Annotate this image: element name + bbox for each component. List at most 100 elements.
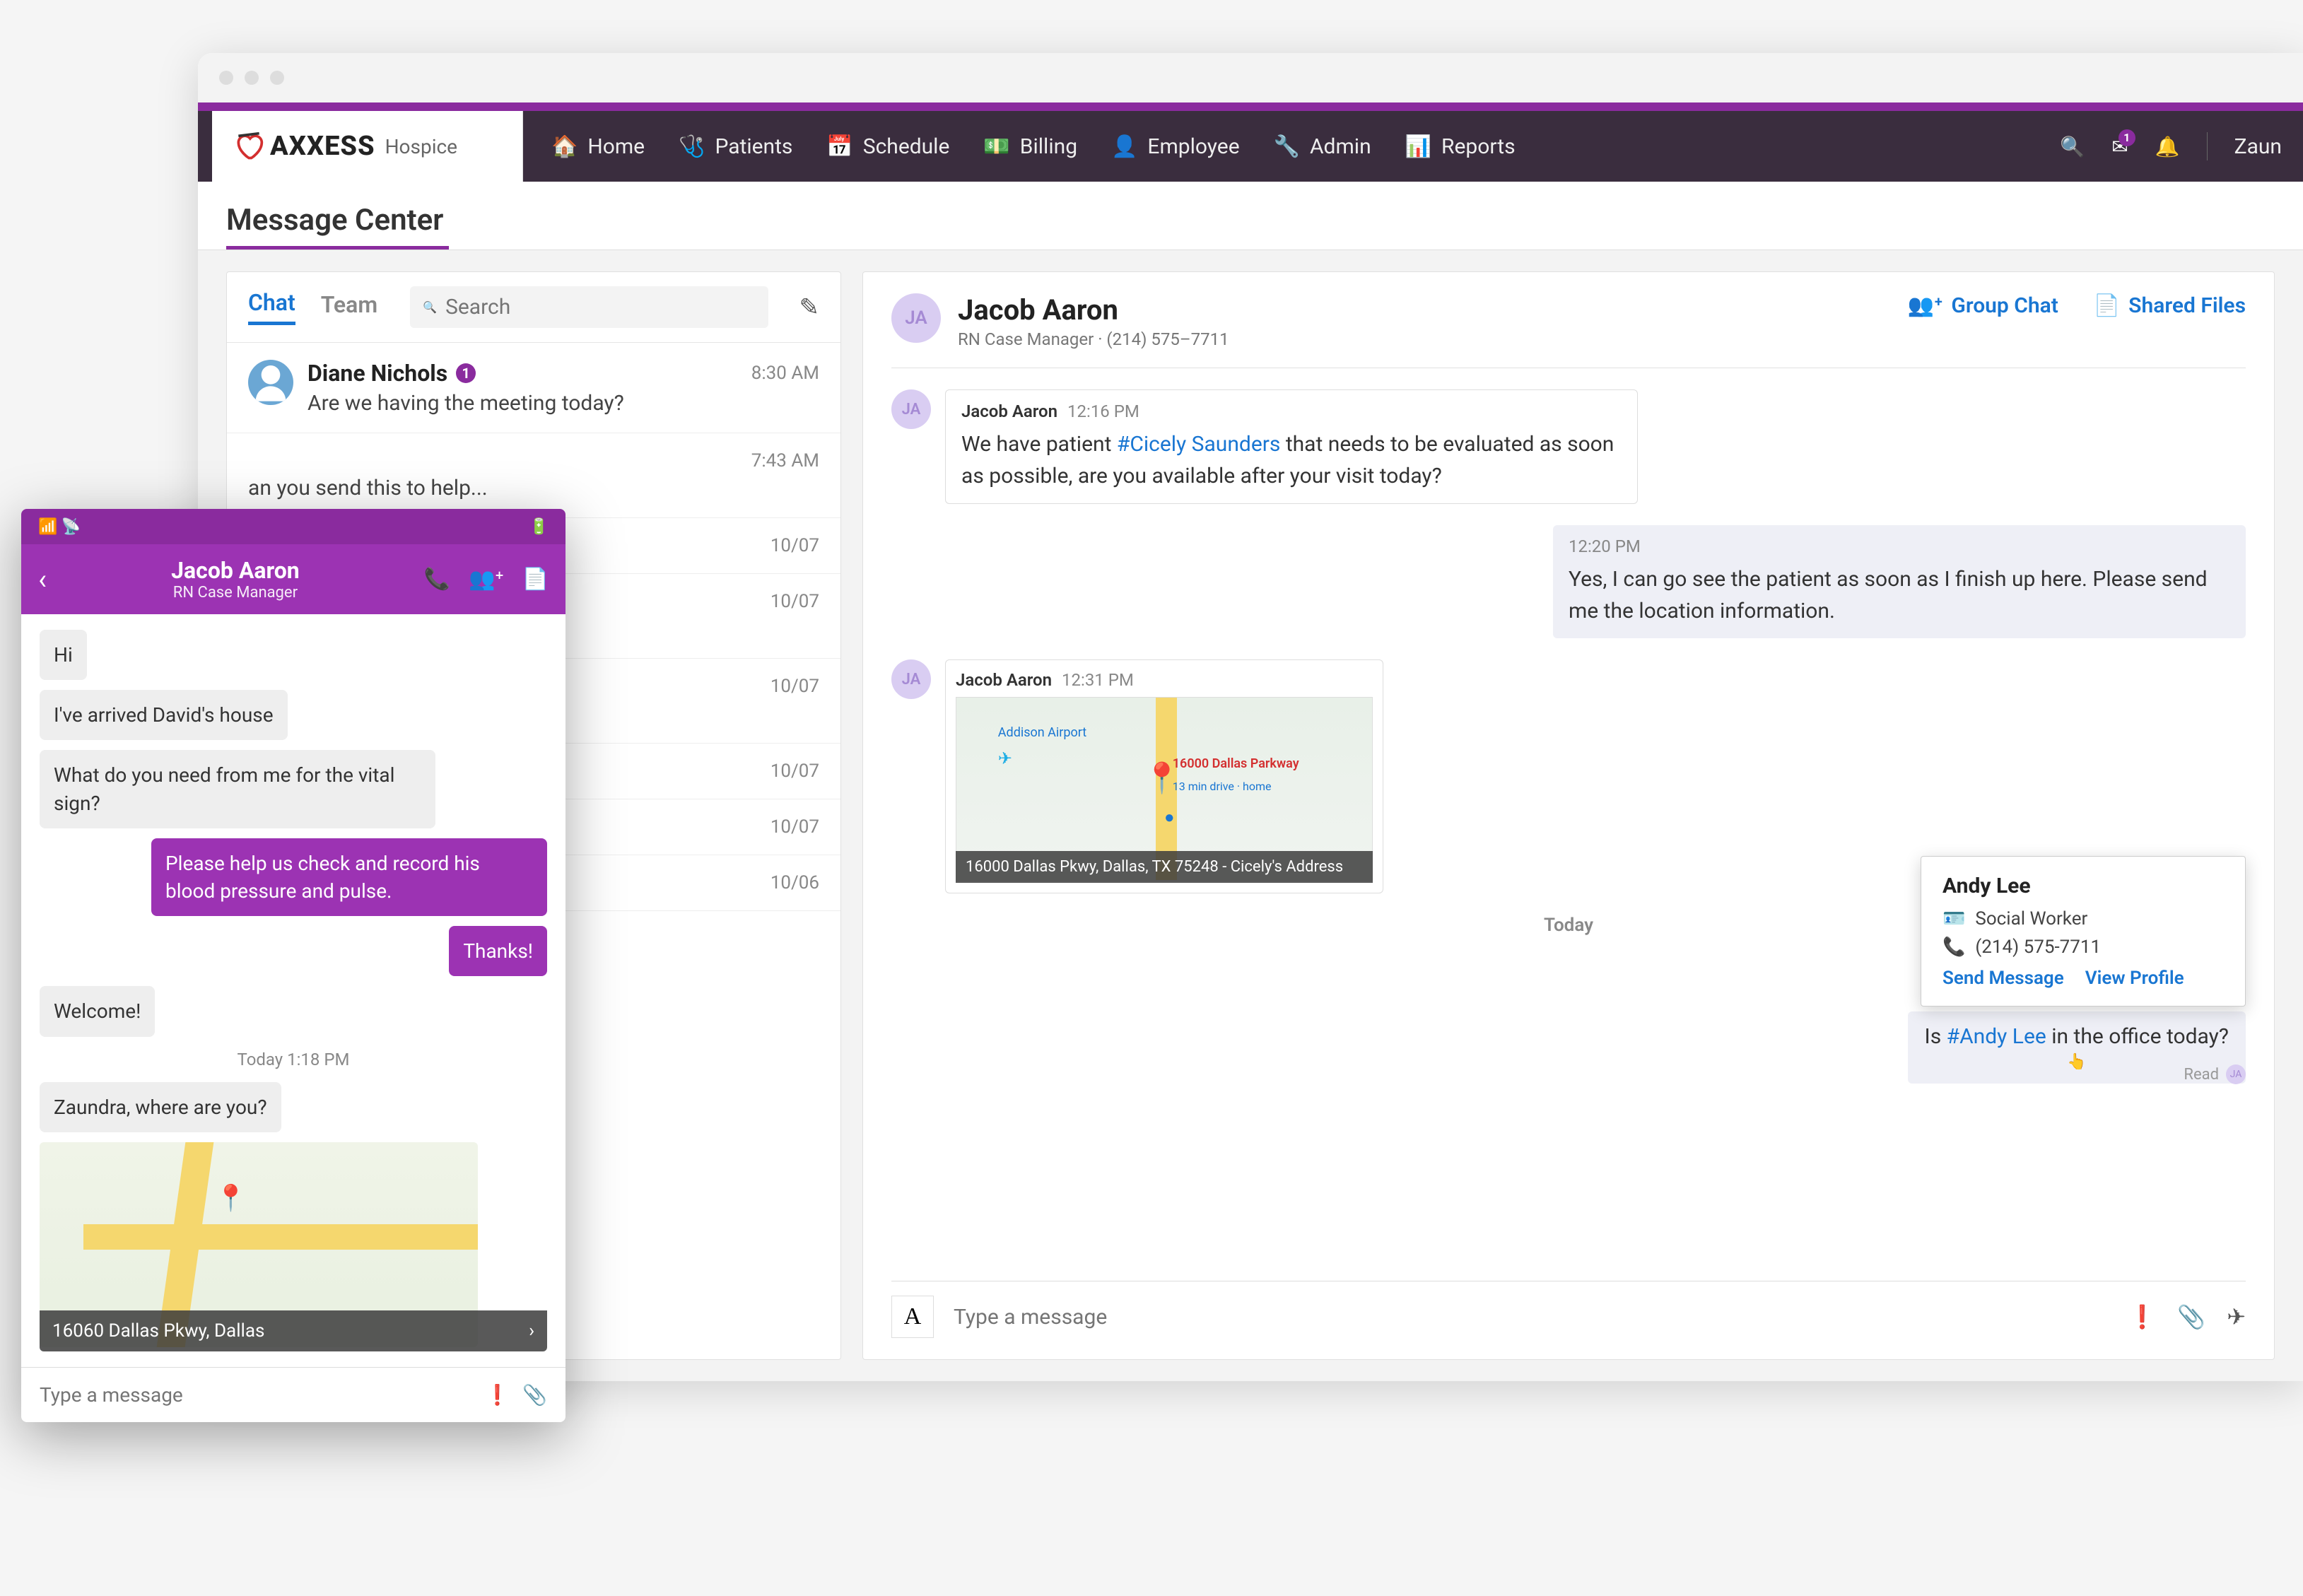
send-message-link[interactable]: Send Message (1942, 968, 2064, 989)
brand-name: AXXESS (270, 131, 375, 162)
nav-admin[interactable]: 🔧Admin (1274, 134, 1371, 159)
attach-icon[interactable]: 📎 (2177, 1303, 2205, 1330)
chart-icon: 📊 (1405, 134, 1431, 159)
mobile-time-divider: Today 1:18 PM (40, 1050, 547, 1069)
group-chat-button[interactable]: 👥⁺Group Chat (1908, 293, 2058, 318)
nav-schedule[interactable]: 📅Schedule (826, 134, 949, 159)
patients-icon: 🩺 (679, 134, 705, 159)
thread-panel: JA Jacob Aaron RN Case Manager · (214) 5… (862, 271, 2275, 1360)
mobile-composer: ❗ 📎 (21, 1367, 566, 1422)
mobile-composer-input[interactable] (40, 1383, 472, 1407)
mobile-msg-in: Hi (40, 630, 87, 680)
nav-divider (2207, 132, 2208, 160)
heart-icon (233, 131, 264, 162)
chat-name: Diane Nichols (307, 360, 447, 387)
mention-link[interactable]: #Andy Lee (1947, 1024, 2046, 1049)
mobile-map-attachment[interactable]: 📍 16060 Dallas Pkwy, Dallas › (40, 1142, 547, 1351)
msg-time: 12:16 PM (1067, 401, 1139, 421)
mail-badge: 1 (2119, 129, 2135, 146)
window-titlebar (198, 53, 2303, 102)
file-icon: 📄 (2094, 293, 2120, 318)
map-bubble[interactable]: Jacob Aaron12:31 PM Addison Airport ✈ 📍 … (945, 659, 1383, 893)
nav-home[interactable]: 🏠Home (551, 134, 645, 159)
mobile-msg-in: Zaundra, where are you? (40, 1082, 281, 1132)
send-icon[interactable]: ✈ (2227, 1303, 2246, 1330)
mail-icon[interactable]: ✉1 (2111, 135, 2128, 158)
mobile-msg-out: Please help us check and record his bloo… (151, 838, 547, 916)
minimize-dot[interactable] (245, 71, 259, 85)
file-icon[interactable]: 📄 (522, 567, 549, 592)
message-incoming: JA Jacob Aaron12:16 PM We have patient #… (891, 389, 2246, 504)
message-outgoing: 12:20 PM Yes, I can go see the patient a… (891, 525, 2246, 638)
thread-avatar: JA (891, 293, 941, 343)
close-dot[interactable] (219, 71, 233, 85)
map-pin-icon: 📍 (215, 1183, 247, 1213)
mobile-msg-in: Welcome! (40, 986, 155, 1036)
chat-time: 10/06 (770, 872, 819, 893)
bell-icon[interactable]: 🔔 (2155, 135, 2180, 158)
search-icon: 🔍 (423, 300, 437, 314)
battery-icon: 🔋 (529, 518, 549, 536)
view-profile-link[interactable]: View Profile (2085, 968, 2184, 989)
msg-avatar: JA (891, 389, 931, 429)
compose-icon[interactable]: ✎ (799, 293, 820, 322)
thread-contact-role: RN Case Manager · (214) 575–7711 (958, 329, 1229, 349)
chat-time: 10/07 (770, 761, 819, 782)
nav-reports[interactable]: 📊Reports (1405, 134, 1516, 159)
add-person-icon[interactable]: 👥⁺ (469, 567, 503, 592)
calendar-icon: 📅 (826, 134, 852, 159)
unread-badge: 1 (456, 363, 476, 383)
nav-billing[interactable]: 💵Billing (983, 134, 1077, 159)
location-dot-icon: ● (1164, 807, 1175, 828)
nav-utilities: 🔍 ✉1 🔔 Zaun (2060, 132, 2282, 160)
attach-icon[interactable]: 📎 (522, 1383, 547, 1407)
msg-sender: Jacob Aaron (956, 670, 1052, 690)
chat-row[interactable]: Diane Nichols 1 8:30 AM Are we having th… (227, 343, 840, 433)
shared-files-button[interactable]: 📄Shared Files (2094, 293, 2246, 318)
nav-items: 🏠Home 🩺Patients 📅Schedule 💵Billing 👤Empl… (551, 134, 2060, 159)
chat-time: 8:30 AM (751, 363, 819, 384)
priority-icon[interactable]: ❗ (485, 1383, 510, 1407)
brand-logo[interactable]: AXXESS Hospice (212, 111, 523, 182)
chat-time: 10/07 (770, 535, 819, 556)
popover-phone: (214) 575-7711 (1975, 937, 2101, 958)
message-composer: A ❗ 📎 ✈ (891, 1281, 2246, 1338)
nav-user[interactable]: Zaun (2234, 134, 2282, 159)
mobile-map-caption-bar[interactable]: 16060 Dallas Pkwy, Dallas › (40, 1310, 547, 1351)
nav-patients[interactable]: 🩺Patients (679, 134, 792, 159)
avatar (248, 360, 293, 405)
back-icon[interactable]: ‹ (38, 563, 47, 596)
nav-employee[interactable]: 👤Employee (1111, 134, 1240, 159)
call-icon[interactable]: 📞 (424, 567, 450, 592)
search-input[interactable] (445, 295, 755, 319)
chat-row[interactable]: 7:43 AM an you send this to help... (227, 433, 840, 518)
msg-bubble: 12:20 PM Yes, I can go see the patient a… (1553, 525, 2246, 638)
group-icon: 👥⁺ (1908, 293, 1942, 318)
airport-icon: ✈ (998, 749, 1012, 768)
mobile-map-address: 16060 Dallas Pkwy, Dallas (52, 1320, 264, 1342)
search-box[interactable]: 🔍 (410, 286, 768, 328)
mobile-msg-out: Thanks! (449, 926, 547, 976)
read-avatar: JA (2226, 1064, 2246, 1084)
chat-tabs: Chat Team 🔍 ✎ (227, 272, 840, 343)
maximize-dot[interactable] (270, 71, 284, 85)
window-controls (219, 71, 284, 85)
tab-chat[interactable]: Chat (248, 289, 295, 325)
search-icon[interactable]: 🔍 (2060, 135, 2085, 158)
format-button[interactable]: A (891, 1296, 934, 1338)
popover-name: Andy Lee (1942, 874, 2224, 898)
page-title: Message Center (198, 182, 2303, 237)
read-receipt: Read JA (2184, 1064, 2246, 1084)
msg-sender: Jacob Aaron (961, 401, 1057, 421)
composer-input[interactable] (948, 1296, 2107, 1338)
product-name: Hospice (385, 135, 457, 158)
contact-popover: Andy Lee 🪪Social Worker 📞(214) 575-7711 … (1921, 856, 2246, 1007)
priority-icon[interactable]: ❗ (2128, 1303, 2157, 1330)
tab-team[interactable]: Team (321, 291, 377, 324)
chat-time: 10/07 (770, 816, 819, 838)
map-caption: 16000 Dallas Pkwy, Dallas, TX 75248 - Ci… (956, 851, 1373, 883)
mobile-thread[interactable]: Hi I've arrived David's house What do yo… (21, 614, 566, 1367)
signal-icon: 📶 📡 (38, 518, 81, 536)
patient-link[interactable]: #Cicely Saunders (1117, 432, 1281, 457)
msg-avatar: JA (891, 659, 931, 699)
